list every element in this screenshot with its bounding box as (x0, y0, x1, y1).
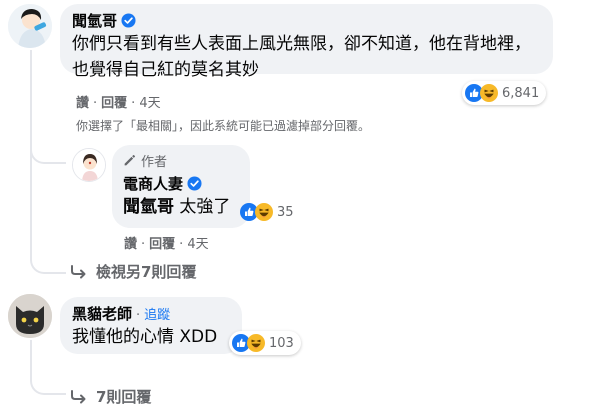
reply-arrow-icon (71, 264, 86, 278)
reaction-summary-reply[interactable]: 35 (240, 200, 301, 224)
filter-notice: 你選擇了「最相關」，因此系統可能已過濾掉部分回覆。 (76, 119, 371, 133)
avatar-commenter-2[interactable] (8, 294, 52, 338)
replies-count-link[interactable]: 7則回覆 (70, 386, 151, 407)
comment-text: 你們只看到有些人表面上風光無限，卻不知道，他在背地裡，也覺得自己紅的莫名其妙 (72, 34, 531, 80)
comment-actions-1: 讚 · 回覆 · 4天 (76, 92, 161, 111)
reply-actions-1: 讚 · 回覆 · 4天 (124, 233, 209, 252)
verified-badge-icon (121, 13, 136, 28)
reply-text-row: 聞氫哥 太強了 (123, 194, 240, 220)
pencil-icon (124, 154, 136, 166)
author-tag-label: 作者 (141, 155, 168, 170)
comment-text: 我懂他的心情 XDD (72, 327, 218, 347)
comment-bubble-2: 黑貓老師 · 追蹤 我懂他的心情 XDD (60, 297, 242, 354)
reaction-count: 103 (269, 335, 294, 351)
like-action-link[interactable]: 讚 (124, 237, 137, 252)
reply-author-row: 電商人妻 (123, 173, 240, 194)
user-cartoon-icon (8, 4, 52, 48)
follow-link[interactable]: 追蹤 (144, 308, 170, 323)
replies-count-label: 7則回覆 (96, 388, 152, 406)
reply-arrow-icon (71, 389, 86, 403)
reaction-icons (465, 84, 498, 102)
haha-icon (480, 84, 498, 102)
reply-action-link[interactable]: 回覆 (101, 96, 127, 111)
user-avatar-icon (73, 149, 105, 181)
like-action-link[interactable]: 讚 (76, 96, 89, 111)
black-cat-icon (8, 294, 52, 338)
separator-dot: · (93, 96, 98, 111)
comment-author-name[interactable]: 聞氫哥 (72, 10, 117, 31)
reaction-count: 6,841 (502, 85, 540, 101)
verified-badge-icon (187, 176, 202, 191)
separator-dot: · (136, 308, 141, 323)
comment-author-row: 黑貓老師 · 追蹤 (72, 303, 230, 324)
reaction-icons (232, 334, 265, 352)
mention-link[interactable]: 聞氫哥 (123, 197, 174, 217)
thread-connector (30, 365, 66, 395)
view-more-replies-link[interactable]: 檢視另7則回覆 (70, 261, 196, 282)
separator-dot: · (141, 237, 146, 252)
reply-timestamp[interactable]: 4天 (187, 237, 208, 252)
separator-dot: · (179, 237, 184, 252)
comment-author-row: 聞氫哥 (72, 10, 541, 31)
avatar-commenter-1[interactable] (8, 4, 52, 48)
author-badge: 作者 (123, 151, 240, 170)
comment-author-name[interactable]: 黑貓老師 (72, 305, 132, 323)
reply-action-link[interactable]: 回覆 (149, 237, 175, 252)
reaction-summary-2[interactable]: 103 (229, 331, 301, 355)
reaction-count: 35 (277, 204, 294, 220)
comment-timestamp[interactable]: 4天 (139, 96, 160, 111)
avatar-author-reply[interactable] (72, 148, 106, 182)
view-more-replies-label: 檢視另7則回覆 (96, 263, 197, 281)
reply-author-name[interactable]: 電商人妻 (123, 173, 183, 194)
reply-text: 太強了 (179, 197, 231, 217)
haha-icon (247, 334, 265, 352)
separator-dot: · (131, 96, 136, 111)
reply-bubble-1: 作者 電商人妻 聞氫哥 太強了 (112, 145, 250, 228)
thread-connector (30, 228, 66, 274)
thread-connector (30, 140, 66, 164)
reaction-icons (240, 203, 273, 221)
haha-icon (255, 203, 273, 221)
reaction-summary-1[interactable]: 6,841 (462, 81, 547, 105)
comment-bubble-1: 聞氫哥 你們只看到有些人表面上風光無限，卻不知道，他在背地裡，也覺得自己紅的莫名… (60, 4, 553, 80)
